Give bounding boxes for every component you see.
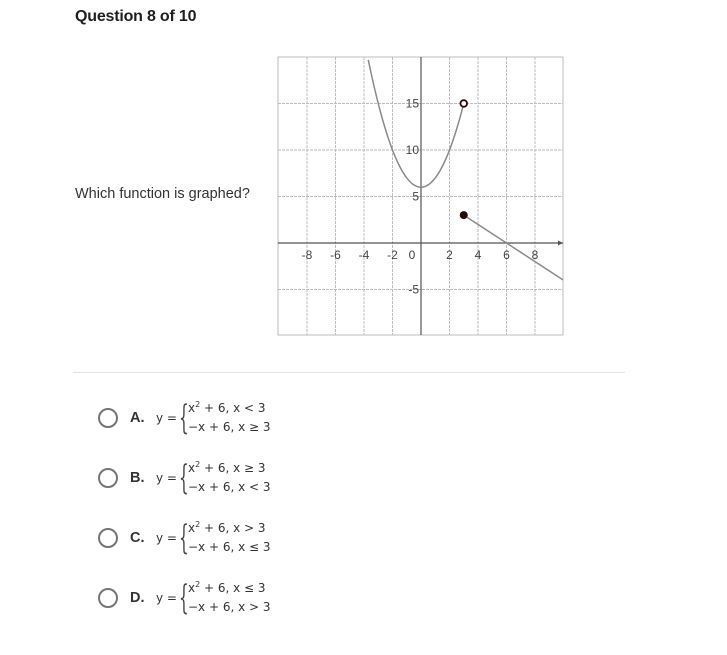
radio-button[interactable] (98, 528, 118, 548)
choice-d[interactable]: D. y = { x2 + 6, x ≤ 3 −x + 6, x > 3 (98, 578, 358, 618)
x-tick-label: 0 (409, 248, 416, 262)
radio-button[interactable] (98, 408, 118, 428)
radio-button[interactable] (98, 588, 118, 608)
x-tick-label: 4 (475, 248, 482, 262)
piecewise-cases: x2 + 6, x < 3 −x + 6, x ≥ 3 (188, 399, 271, 437)
y-equals: y = (156, 531, 177, 545)
piecewise-brace: { (178, 578, 189, 618)
choice-c[interactable]: C. y = { x2 + 6, x > 3 −x + 6, x ≤ 3 (98, 518, 358, 558)
case-2: −x + 6, x < 3 (187, 480, 271, 494)
case-1: x2 + 6, x < 3 (187, 400, 266, 416)
y-equals: y = (156, 411, 177, 425)
y-tick-label: 5 (412, 190, 419, 204)
piecewise-brace: { (178, 458, 189, 498)
y-equals: y = (156, 471, 177, 485)
y-tick-label: 10 (406, 143, 420, 157)
x-tick-label: -4 (359, 248, 370, 262)
x-tick-label: -6 (330, 248, 341, 262)
x-tick-label: -2 (387, 248, 398, 262)
choice-letter: C. (130, 530, 145, 546)
y-tick-label: -5 (408, 283, 419, 297)
question-prompt: Which function is graphed? (75, 186, 250, 202)
question-counter: Question 8 of 10 (75, 8, 197, 25)
choice-b[interactable]: B. y = { x2 + 6, x ≥ 3 −x + 6, x < 3 (98, 458, 358, 498)
y-equals: y = (156, 591, 177, 605)
case-2: −x + 6, x ≤ 3 (187, 540, 271, 554)
choice-letter: A. (130, 410, 145, 426)
function-graph: -8 -6 -4 -2 0 2 4 6 815105-5 (277, 56, 564, 336)
piecewise-cases: x2 + 6, x ≤ 3 −x + 6, x > 3 (188, 579, 271, 617)
closed-endpoint (459, 211, 468, 220)
x-tick-label: 2 (446, 248, 453, 262)
case-2: −x + 6, x > 3 (187, 600, 271, 614)
choice-letter: B. (130, 470, 145, 486)
piecewise-brace: { (178, 398, 189, 438)
x-tick-label: -8 (302, 248, 313, 262)
radio-button[interactable] (98, 468, 118, 488)
choice-a[interactable]: A. y = { x2 + 6, x < 3 −x + 6, x ≥ 3 (98, 398, 358, 438)
divider (73, 372, 625, 373)
piecewise-cases: x2 + 6, x > 3 −x + 6, x ≤ 3 (188, 519, 271, 557)
case-1: x2 + 6, x > 3 (187, 520, 266, 536)
x-tick-label: 6 (503, 248, 510, 262)
case-2: −x + 6, x ≥ 3 (187, 420, 271, 434)
choice-letter: D. (130, 590, 145, 606)
case-1: x2 + 6, x ≤ 3 (187, 580, 266, 596)
piecewise-brace: { (178, 518, 189, 558)
y-tick-label: 15 (406, 97, 420, 111)
case-1: x2 + 6, x ≥ 3 (187, 460, 266, 476)
open-endpoint (459, 99, 468, 108)
piecewise-cases: x2 + 6, x ≥ 3 −x + 6, x < 3 (188, 459, 271, 497)
